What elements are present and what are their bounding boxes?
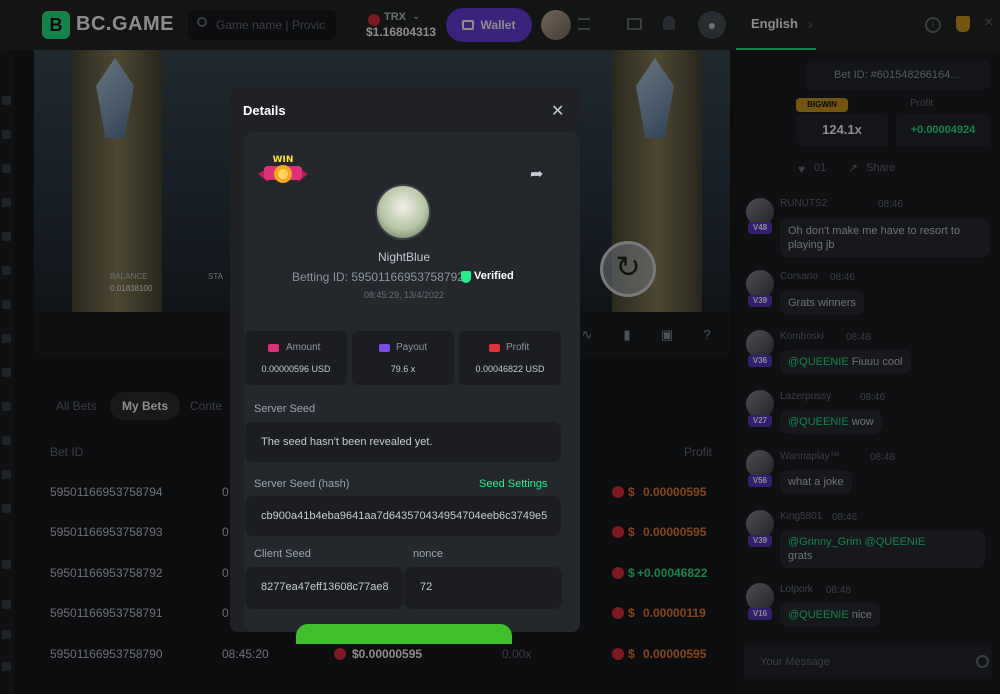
client-seed-field[interactable]: 8277ea47eff13608c77ae8	[245, 567, 403, 609]
bet-datetime: 08:45:29, 13/4/2022	[363, 290, 445, 300]
betting-id: Betting ID: 59501166953758792	[292, 270, 464, 284]
client-seed-label: Client Seed	[254, 548, 311, 560]
player-avatar	[375, 184, 431, 240]
profit-card	[459, 331, 561, 385]
payout-card	[352, 331, 454, 385]
amount-icon	[268, 344, 279, 352]
amount-card	[245, 331, 347, 385]
seed-settings-link[interactable]: Seed Settings	[479, 478, 548, 490]
player-name: NightBlue	[377, 250, 431, 264]
payout-value: 79.6 x	[390, 364, 416, 374]
server-seed-hash-label: Server Seed (hash)	[254, 478, 350, 490]
payout-label: Payout	[396, 342, 428, 353]
server-seed-field[interactable]: The seed hasn't been revealed yet.	[245, 422, 561, 462]
profit-icon	[489, 344, 500, 352]
verified-label: Verified	[474, 270, 514, 282]
server-seed-label: Server Seed	[254, 403, 316, 415]
share-icon[interactable]: ➦	[530, 164, 543, 184]
amount-label: Amount	[286, 342, 321, 353]
win-badge-text: WIN	[273, 155, 294, 165]
profit-label: Profit	[506, 342, 530, 353]
profit-value: 0.00046822 USD	[475, 364, 545, 374]
server-seed-hash-field[interactable]: cb900a41b4eba9641aa7d643570434954704eeb6…	[245, 496, 561, 536]
payout-icon	[379, 344, 390, 352]
close-icon[interactable]: ✕	[551, 101, 564, 121]
modal-title: Details	[243, 103, 286, 118]
win-badge-icon: WIN	[258, 155, 308, 183]
amount-value: 0.00000596 USD	[261, 364, 331, 374]
nonce-field[interactable]: 72	[404, 567, 562, 609]
nonce-label: nonce	[413, 548, 443, 560]
shield-check-icon	[461, 271, 471, 283]
verify-button[interactable]	[296, 624, 512, 644]
